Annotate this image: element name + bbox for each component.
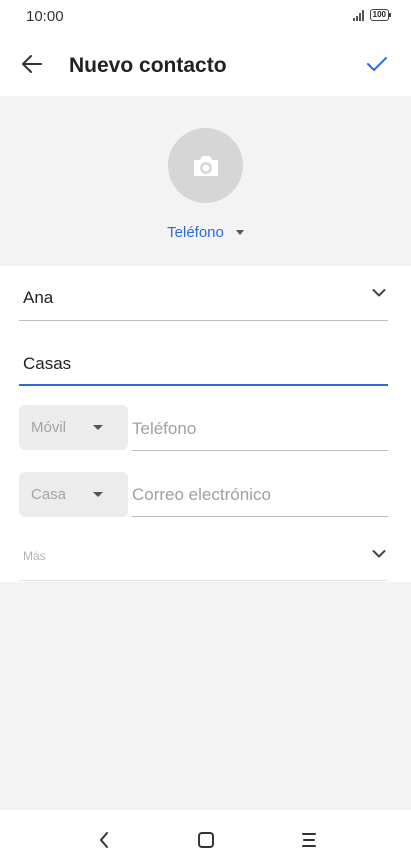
nav-home-icon: [198, 832, 214, 848]
nav-menu-icon: [302, 833, 316, 847]
phone-input[interactable]: Teléfono: [132, 417, 388, 451]
status-icons: 100: [352, 9, 392, 21]
camera-icon: [193, 155, 218, 176]
email-type-label: Casa: [31, 486, 67, 503]
status-time: 10:00: [26, 8, 64, 25]
status-bar: 10:00 100: [0, 0, 411, 34]
checkmark-icon: [367, 57, 387, 71]
phone-type-label: Móvil: [31, 419, 67, 436]
page-title: Nuevo contacto: [69, 54, 227, 77]
nav-menu-button[interactable]: [297, 828, 321, 852]
email-underline: [132, 516, 388, 517]
last-name-underline: [19, 384, 388, 386]
caret-down-icon: [93, 492, 103, 497]
last-name-field[interactable]: Casas: [19, 352, 388, 388]
save-button[interactable]: [363, 50, 391, 78]
caret-down-icon: [93, 425, 103, 430]
arrow-left-icon: [22, 55, 42, 73]
account-label: Teléfono: [167, 224, 224, 241]
back-button[interactable]: [18, 50, 46, 78]
first-name-underline: [19, 320, 388, 321]
chevron-down-icon[interactable]: [372, 288, 386, 298]
account-selector[interactable]: Teléfono: [0, 224, 411, 241]
email-type-dropdown[interactable]: Casa: [19, 472, 128, 517]
more-fields-toggle[interactable]: [19, 546, 388, 582]
last-name-value: Casas: [23, 354, 72, 373]
phone-underline: [132, 450, 388, 451]
system-nav-bar: [0, 810, 411, 868]
battery-icon: 100: [369, 9, 392, 21]
chevron-down-icon[interactable]: [372, 549, 386, 559]
app-bar: Nuevo contacto: [0, 34, 411, 96]
first-name-value: Ana: [23, 288, 54, 307]
photo-section: Teléfono: [0, 96, 411, 266]
add-photo-button[interactable]: [168, 128, 243, 203]
nav-back-button[interactable]: [92, 828, 116, 852]
nav-back-icon: [100, 832, 108, 848]
email-placeholder: Correo electrónico: [132, 485, 271, 504]
caret-down-icon: [235, 230, 244, 235]
nav-home-button[interactable]: [194, 828, 218, 852]
signal-bars-icon: [352, 9, 364, 21]
phone-placeholder: Teléfono: [132, 419, 197, 438]
more-underline: [19, 580, 388, 581]
first-name-field[interactable]: Ana: [19, 286, 388, 322]
contact-form: Ana Casas Móvil Teléfono Casa Correo ele…: [0, 266, 411, 582]
empty-area: [0, 582, 411, 810]
email-input[interactable]: Correo electrónico: [132, 483, 388, 517]
phone-type-dropdown[interactable]: Móvil: [19, 405, 128, 450]
